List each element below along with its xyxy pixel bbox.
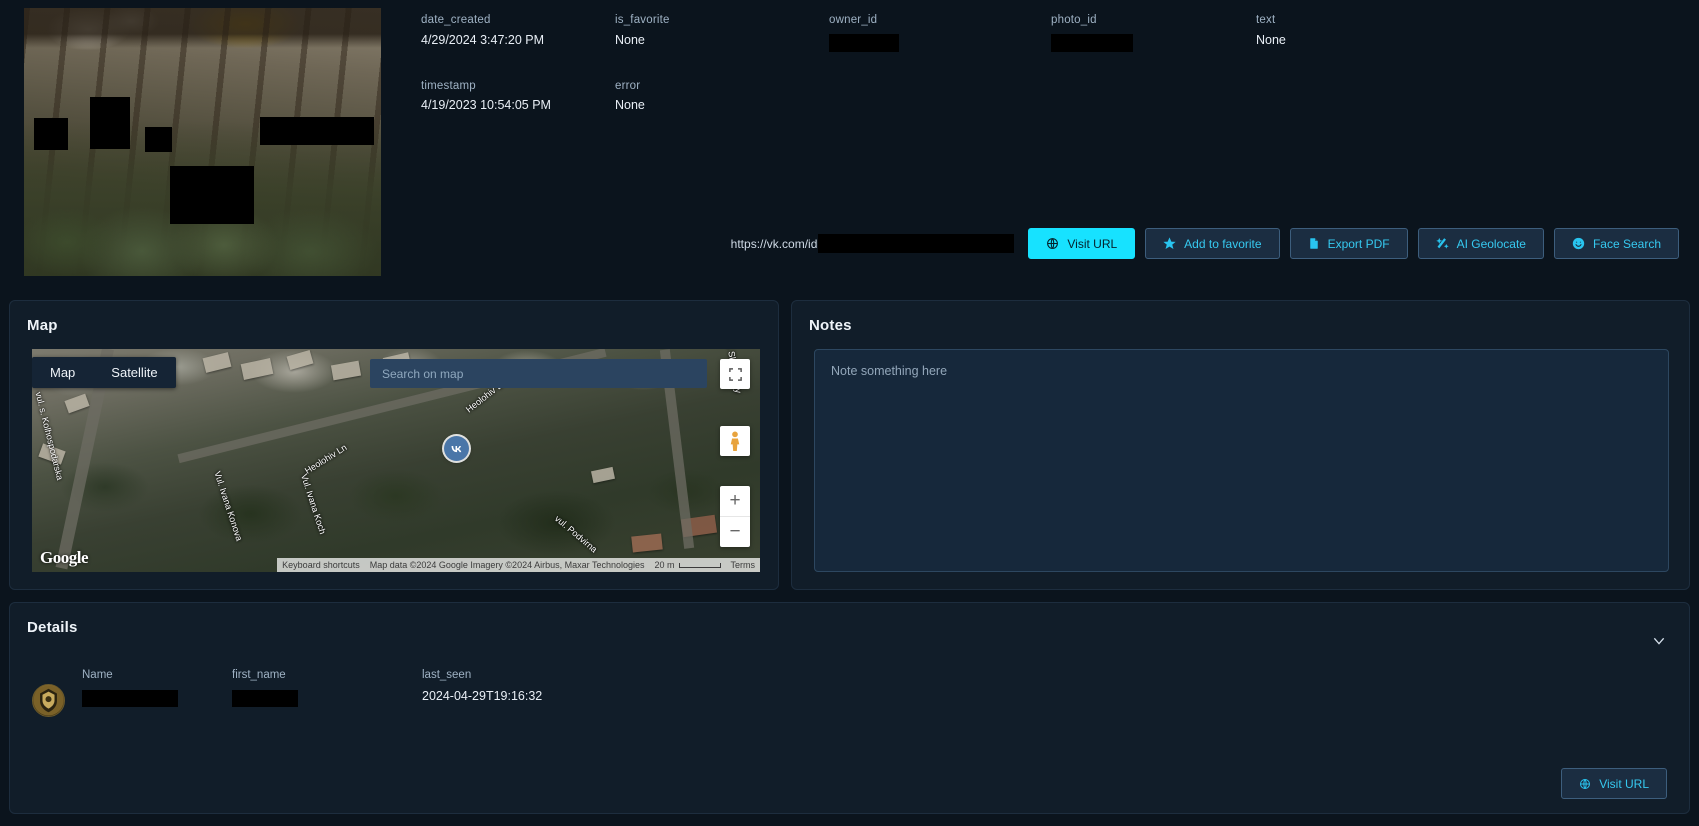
map-search-input[interactable] bbox=[370, 359, 707, 388]
vk-location-marker[interactable] bbox=[444, 436, 469, 461]
metadata-field-is-favorite: is_favorite None bbox=[615, 14, 829, 57]
map-canvas[interactable]: vul. Skovorody Heolohiv Ln Heolohiv Ln v… bbox=[32, 349, 760, 572]
field-value-redacted bbox=[82, 689, 178, 707]
field-label: text bbox=[1256, 14, 1276, 26]
button-label: AI Geolocate bbox=[1456, 236, 1526, 251]
magic-wand-icon bbox=[1435, 237, 1449, 250]
metadata-row: timestamp 4/19/2023 10:54:05 PM error No… bbox=[421, 80, 1679, 113]
button-label: Add to favorite bbox=[1184, 236, 1262, 251]
map-zoom-in-button[interactable]: + bbox=[720, 486, 750, 517]
face-redaction-box bbox=[34, 118, 68, 150]
details-field-first-name: first_name bbox=[232, 669, 422, 717]
map-type-satellite[interactable]: Satellite bbox=[93, 357, 175, 388]
details-field-last-seen: last_seen 2024-04-29T19:16:32 bbox=[422, 669, 682, 717]
button-label: Export PDF bbox=[1327, 236, 1390, 251]
metadata-row: date_created 4/29/2024 3:47:20 PM is_fav… bbox=[421, 14, 1679, 57]
map-panel: Map vul. Skovorody Heolohiv Ln Heolohiv … bbox=[9, 300, 779, 590]
button-label: Visit URL bbox=[1599, 776, 1649, 791]
building-roof bbox=[631, 533, 663, 553]
field-label: is_favorite bbox=[615, 14, 670, 26]
map-type-map[interactable]: Map bbox=[32, 357, 93, 388]
globe-icon bbox=[1046, 237, 1059, 250]
field-value: 4/19/2023 10:54:05 PM bbox=[421, 98, 551, 113]
field-value: 2024-04-29T19:16:32 bbox=[422, 688, 543, 703]
face-smile-icon bbox=[1572, 237, 1585, 250]
metadata-field-error: error None bbox=[615, 80, 829, 113]
face-redaction-box bbox=[170, 166, 254, 224]
photo-metadata-grid: date_created 4/29/2024 3:47:20 PM is_fav… bbox=[421, 14, 1679, 136]
map-fullscreen-button[interactable] bbox=[720, 359, 750, 389]
visit-url-button[interactable]: Visit URL bbox=[1028, 228, 1136, 259]
field-value-redacted bbox=[829, 33, 899, 52]
map-zoom-controls[interactable]: + − bbox=[720, 486, 750, 547]
ai-geolocate-button[interactable]: AI Geolocate bbox=[1417, 228, 1544, 259]
button-label: Visit URL bbox=[1067, 236, 1118, 251]
file-pdf-icon bbox=[1308, 237, 1320, 250]
field-label: owner_id bbox=[829, 14, 878, 26]
field-label: last_seen bbox=[422, 669, 472, 681]
face-redaction-box bbox=[90, 97, 130, 149]
field-value: None bbox=[1256, 32, 1286, 47]
field-label: date_created bbox=[421, 14, 491, 26]
face-search-button[interactable]: Face Search bbox=[1553, 228, 1679, 259]
field-label: error bbox=[615, 79, 641, 92]
face-redaction-box bbox=[145, 127, 172, 152]
field-value: None bbox=[615, 98, 645, 113]
details-visit-url-button[interactable]: Visit URL bbox=[1561, 768, 1667, 799]
export-pdf-button[interactable]: Export PDF bbox=[1289, 228, 1408, 259]
details-field-name: Name bbox=[82, 669, 232, 717]
metadata-field-text: text None bbox=[1256, 14, 1406, 57]
map-type-toggle[interactable]: Map Satellite bbox=[32, 357, 176, 388]
avatar bbox=[32, 684, 65, 717]
metadata-field-date-created: date_created 4/29/2024 3:47:20 PM bbox=[421, 14, 615, 57]
notes-panel: Notes bbox=[791, 300, 1690, 590]
notes-textarea[interactable] bbox=[814, 349, 1669, 572]
field-value: 4/29/2024 3:47:20 PM bbox=[421, 32, 545, 47]
details-fields: Name first_name last_seen 2024-04-29T19:… bbox=[32, 669, 682, 717]
field-label: photo_id bbox=[1051, 14, 1097, 26]
street-view-pegman-button[interactable] bbox=[720, 426, 750, 456]
globe-icon bbox=[1579, 778, 1591, 790]
top-section: date_created 4/29/2024 3:47:20 PM is_fav… bbox=[0, 0, 1699, 292]
photo-detail-page: date_created 4/29/2024 3:47:20 PM is_fav… bbox=[0, 0, 1699, 826]
field-label: first_name bbox=[232, 669, 286, 681]
profile-url-redaction bbox=[818, 234, 1015, 253]
add-to-favorite-button[interactable]: Add to favorite bbox=[1145, 228, 1280, 259]
chevron-down-icon[interactable] bbox=[1651, 633, 1667, 649]
google-logo: Google bbox=[40, 548, 89, 567]
field-label: timestamp bbox=[421, 79, 476, 92]
field-label: Name bbox=[82, 669, 113, 681]
metadata-field-owner-id: owner_id bbox=[829, 14, 1051, 57]
metadata-field-timestamp: timestamp 4/19/2023 10:54:05 PM bbox=[421, 80, 615, 113]
map-zoom-out-button[interactable]: − bbox=[720, 517, 750, 547]
star-icon bbox=[1163, 237, 1176, 250]
field-value-redacted bbox=[232, 689, 298, 707]
details-panel-title: Details bbox=[27, 619, 78, 636]
map-panel-title: Map bbox=[27, 317, 58, 334]
metadata-field-photo-id: photo_id bbox=[1051, 14, 1256, 57]
notes-panel-title: Notes bbox=[809, 317, 852, 334]
evidence-photo[interactable] bbox=[24, 8, 381, 276]
field-value: None bbox=[615, 32, 645, 47]
face-redaction-box bbox=[260, 117, 374, 145]
field-value-redacted bbox=[1051, 33, 1133, 52]
button-label: Face Search bbox=[1592, 236, 1661, 251]
profile-url-text: https://vk.com/id bbox=[730, 236, 818, 251]
action-bar: https://vk.com/id Visit URL Add to favor… bbox=[421, 228, 1679, 259]
profile-url: https://vk.com/id bbox=[731, 234, 1015, 253]
details-panel: Details Name first_name last_seen 2024-0… bbox=[9, 602, 1690, 814]
